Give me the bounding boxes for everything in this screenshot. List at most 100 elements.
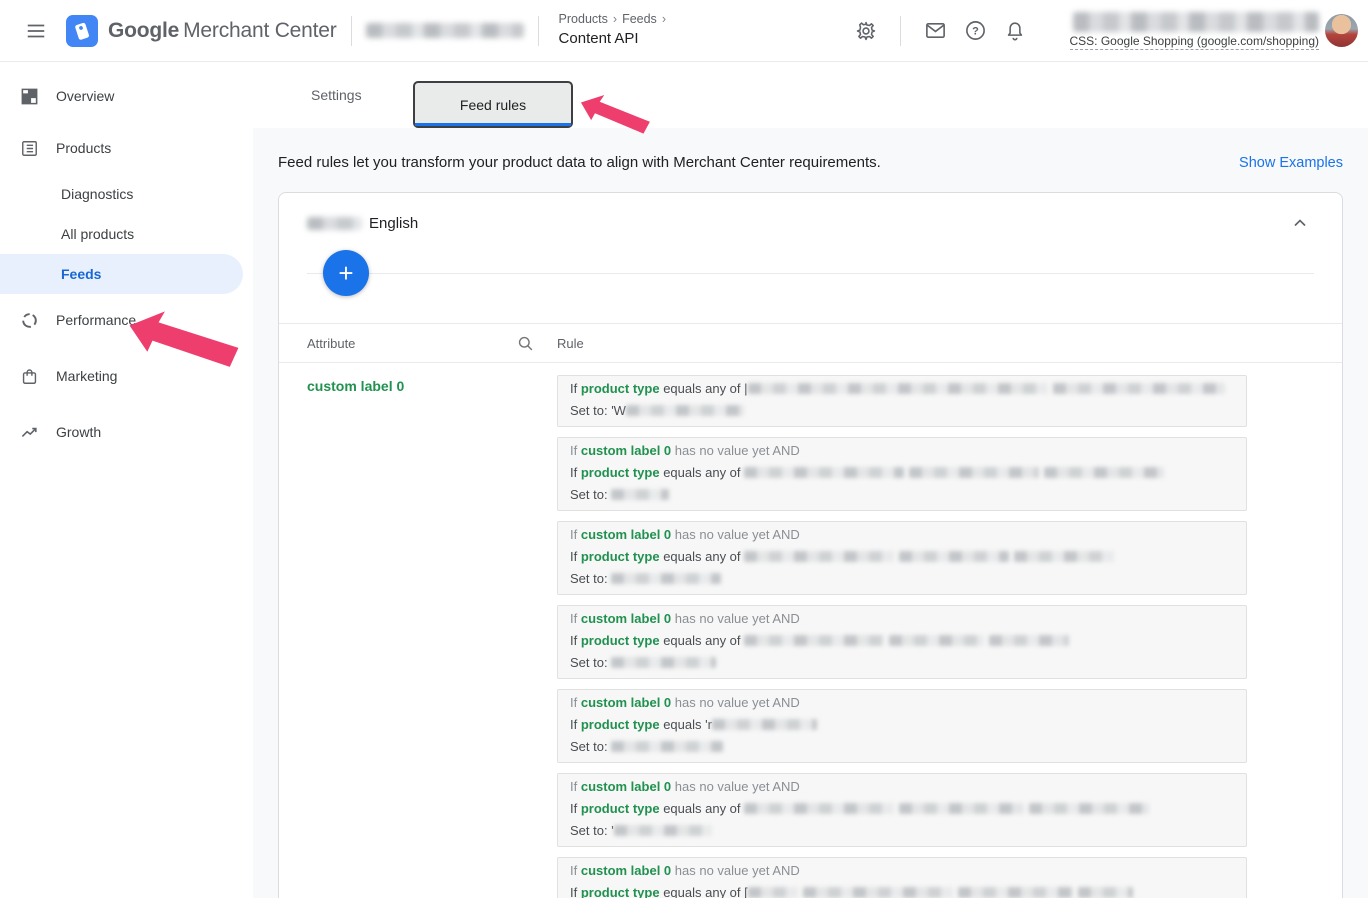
redacted-text <box>747 383 1048 394</box>
rule-text: Set to: <box>570 571 612 586</box>
rule-line: Set to: ' <box>570 820 1234 842</box>
search-icon[interactable] <box>516 334 535 353</box>
css-account-info: CSS: Google Shopping (google.com/shoppin… <box>1051 11 1319 50</box>
tab-feed-rules[interactable]: Feed rules <box>413 81 573 128</box>
rule-text: If <box>570 611 581 626</box>
bell-icon[interactable] <box>995 11 1035 51</box>
rule-line: If product type equals any of [ <box>570 882 1234 898</box>
rules-table-header: Attribute Rule <box>279 323 1342 363</box>
feed-language: English <box>369 214 419 232</box>
redacted-text <box>957 887 1073 898</box>
breadcrumb-feeds[interactable]: Feeds <box>622 12 657 26</box>
rule-text: product type <box>580 633 660 648</box>
account-name-redacted[interactable] <box>365 23 524 38</box>
rule-line: Set to: <box>570 568 1234 590</box>
feed-rules-description: Feed rules let you transform your produc… <box>278 154 881 171</box>
redacted-text <box>611 657 717 668</box>
help-icon[interactable]: ? <box>955 11 995 51</box>
divider <box>307 273 1314 274</box>
account-email-redacted <box>1073 11 1319 32</box>
sidebar-item-diagnostics[interactable]: Diagnostics <box>0 174 253 214</box>
rule-text: Set to: ' <box>570 823 614 838</box>
page-title: Content API <box>558 29 639 47</box>
rule-text: has no value yet AND <box>671 527 800 542</box>
redacted-text <box>899 803 1025 814</box>
rule-text: equals any of <box>659 549 745 564</box>
sidebar-item-products[interactable]: Products <box>0 128 253 168</box>
redacted-text <box>611 741 724 752</box>
rule-box[interactable]: If custom label 0 has no value yet AND If… <box>557 437 1247 511</box>
redacted-text <box>989 635 1070 646</box>
show-examples-link[interactable]: Show Examples <box>1239 155 1343 171</box>
rule-text: equals any of <box>659 633 745 648</box>
rule-line: Set to: 'W <box>570 400 1234 422</box>
breadcrumb-products[interactable]: Products <box>559 12 608 26</box>
redacted-text <box>711 719 817 730</box>
content-area: Feed rules let you transform your produc… <box>253 128 1368 898</box>
tab-settings[interactable]: Settings <box>303 62 370 128</box>
redacted-text <box>889 635 985 646</box>
rule-text: has no value yet AND <box>671 779 800 794</box>
redacted-text <box>744 803 895 814</box>
rule-text: Set to: <box>570 655 612 670</box>
menu-icon[interactable] <box>16 11 56 51</box>
redacted-text <box>744 635 885 646</box>
rule-text: custom label 0 <box>580 779 672 794</box>
rule-text: product type <box>580 549 660 564</box>
rule-line: If product type equals 'r <box>570 714 1234 736</box>
rule-text: custom label 0 <box>580 527 672 542</box>
rule-line: If custom label 0 has no value yet AND <box>570 692 1234 714</box>
sidebar-item-overview[interactable]: Overview <box>0 76 253 116</box>
rule-line: If product type equals any of <box>570 798 1234 820</box>
rule-line: Set to: <box>570 484 1234 506</box>
rule-text: equals 'r <box>659 717 712 732</box>
rule-text: Set to: 'W <box>570 403 626 418</box>
attribute-column-header: Attribute <box>307 335 356 351</box>
rule-text: If <box>570 465 581 480</box>
rule-text: equals any of <box>659 801 745 816</box>
rule-text: If <box>570 863 581 878</box>
attribute-name: custom label 0 <box>307 378 405 394</box>
redacted-text <box>625 405 744 416</box>
redacted-text <box>1077 887 1133 898</box>
rule-text: equals any of | <box>659 381 748 396</box>
sidebar-item-marketing[interactable]: Marketing <box>0 356 253 396</box>
rule-box[interactable]: If custom label 0 has no value yet AND If… <box>557 773 1247 847</box>
app-logo[interactable]: Google Merchant Center <box>66 14 337 47</box>
rule-box[interactable]: If custom label 0 has no value yet AND If… <box>557 521 1247 595</box>
rule-text: has no value yet AND <box>671 695 800 710</box>
rule-text: custom label 0 <box>580 695 672 710</box>
rule-text: If <box>570 381 581 396</box>
rule-text: custom label 0 <box>580 863 672 878</box>
rule-text: If <box>570 549 581 564</box>
sidebar-item-feeds[interactable]: Feeds <box>0 254 243 294</box>
rule-text: product type <box>580 801 660 816</box>
rule-text: product type <box>580 381 660 396</box>
gear-icon[interactable] <box>846 11 886 51</box>
add-rule-button[interactable]: + <box>323 250 369 296</box>
rule-text: has no value yet AND <box>671 863 800 878</box>
rule-line: If custom label 0 has no value yet AND <box>570 440 1234 462</box>
sidebar-item-all-products[interactable]: All products <box>0 214 253 254</box>
rule-box[interactable]: If product type equals any of | Set to: '… <box>557 375 1247 427</box>
css-program-label[interactable]: CSS: Google Shopping (google.com/shoppin… <box>1069 34 1319 50</box>
rule-line: If product type equals any of | <box>570 378 1234 400</box>
mail-icon[interactable] <box>915 11 955 51</box>
redacted-text <box>1044 467 1165 478</box>
rule-box[interactable]: If custom label 0 has no value yet AND If… <box>557 857 1247 898</box>
performance-icon <box>20 310 40 330</box>
redacted-text <box>899 551 1010 562</box>
sidebar-item-performance[interactable]: Performance <box>0 300 253 340</box>
rule-box[interactable]: If custom label 0 has no value yet AND If… <box>557 605 1247 679</box>
sidebar-item-growth[interactable]: Growth <box>0 412 253 452</box>
chevron-up-icon[interactable] <box>1286 209 1314 237</box>
rule-text: If <box>570 695 581 710</box>
redacted-text <box>613 825 712 836</box>
overview-icon <box>20 86 40 106</box>
redacted-text <box>1014 551 1115 562</box>
rule-line: Set to: <box>570 736 1234 758</box>
avatar[interactable] <box>1325 14 1358 47</box>
svg-text:?: ? <box>972 25 979 37</box>
rule-box[interactable]: If custom label 0 has no value yet AND If… <box>557 689 1247 763</box>
rule-text: If <box>570 885 581 898</box>
